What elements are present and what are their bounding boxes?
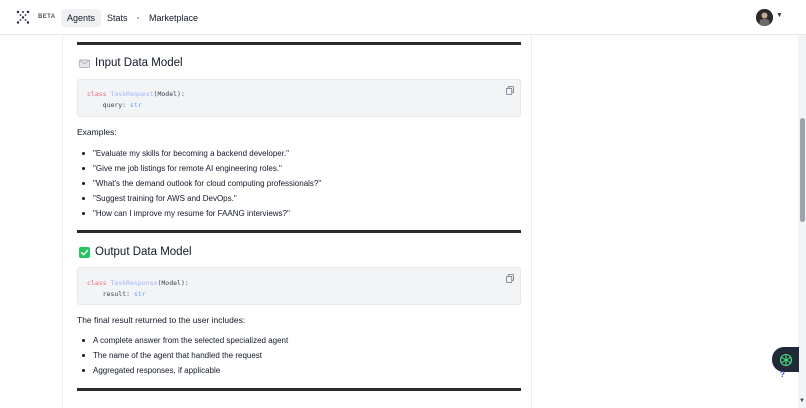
list-item: "Evaluate my skills for becoming a backe…: [81, 146, 321, 161]
input-data-model-heading: Input Data Model: [79, 57, 183, 69]
top-nav: BETA Agents Stats Marketplace ▼: [0, 0, 806, 35]
list-item: "How can I improve my resume for FAANG i…: [81, 206, 321, 221]
nav-separator: [137, 17, 139, 19]
input-code-block: class TaskRequest(Model): query: str: [77, 79, 521, 117]
divider: [77, 230, 521, 233]
result-description: The final result returned to the user in…: [77, 315, 246, 325]
code-field: result:: [87, 290, 134, 298]
list-item: Aggregated responses, if applicable: [81, 363, 288, 378]
copy-icon[interactable]: [506, 274, 514, 283]
code-keyword: class: [87, 90, 107, 98]
envelope-icon: [79, 59, 90, 68]
check-box-icon: [79, 246, 90, 258]
copy-icon[interactable]: [506, 86, 514, 95]
code-keyword: class: [87, 279, 107, 287]
scrollbar-thumb[interactable]: [800, 118, 805, 222]
code-type: str: [133, 290, 146, 298]
help-icon[interactable]: ?: [780, 370, 785, 379]
divider: [77, 388, 521, 391]
agentverse-logo-icon[interactable]: [16, 10, 30, 24]
code-line-2: result: str: [87, 290, 146, 298]
avatar-image-icon: [756, 9, 773, 26]
user-avatar[interactable]: [756, 9, 773, 26]
nav-agents[interactable]: Agents: [61, 9, 102, 27]
examples-list: "Evaluate my skills for becoming a backe…: [81, 146, 321, 221]
nav-stats[interactable]: Stats: [107, 9, 128, 27]
input-data-model-title: Input Data Model: [95, 57, 183, 69]
beta-badge: BETA: [38, 14, 56, 20]
divider: [77, 42, 521, 45]
agent-readme-content: Input Data Model class TaskRequest(Model…: [62, 35, 532, 408]
code-field: query:: [87, 101, 131, 109]
code-type: str: [130, 101, 142, 109]
output-code-block: class TaskResponse(Model): result: str: [77, 267, 521, 305]
chevron-down-icon[interactable]: ▼: [776, 12, 783, 19]
list-item: The name of the agent that handled the r…: [81, 348, 288, 363]
output-data-model-heading: Output Data Model: [79, 246, 192, 258]
code-base: (Model):: [157, 279, 189, 287]
ai-assistant-button[interactable]: [772, 347, 799, 372]
list-item: "What's the demand outlook for cloud com…: [81, 176, 321, 191]
code-base: (Model):: [153, 90, 185, 98]
list-item: "Give me job listings for remote AI engi…: [81, 161, 321, 176]
code-line-2: query: str: [87, 101, 142, 109]
code-line-1: class TaskRequest(Model):: [87, 90, 185, 98]
code-class-name: TaskResponse: [110, 279, 158, 287]
code-line-1: class TaskResponse(Model):: [87, 279, 189, 287]
output-data-model-title: Output Data Model: [95, 246, 192, 258]
list-item: "Suggest training for AWS and DevOps.": [81, 191, 321, 206]
code-class-name: TaskRequest: [110, 90, 154, 98]
examples-label: Examples:: [77, 127, 117, 137]
nav-marketplace[interactable]: Marketplace: [149, 9, 198, 27]
openai-icon: [779, 353, 792, 366]
result-items-list: A complete answer from the selected spec…: [81, 333, 288, 378]
list-item: A complete answer from the selected spec…: [81, 333, 288, 348]
scroll-down-arrow-icon[interactable]: ▼: [799, 398, 805, 404]
